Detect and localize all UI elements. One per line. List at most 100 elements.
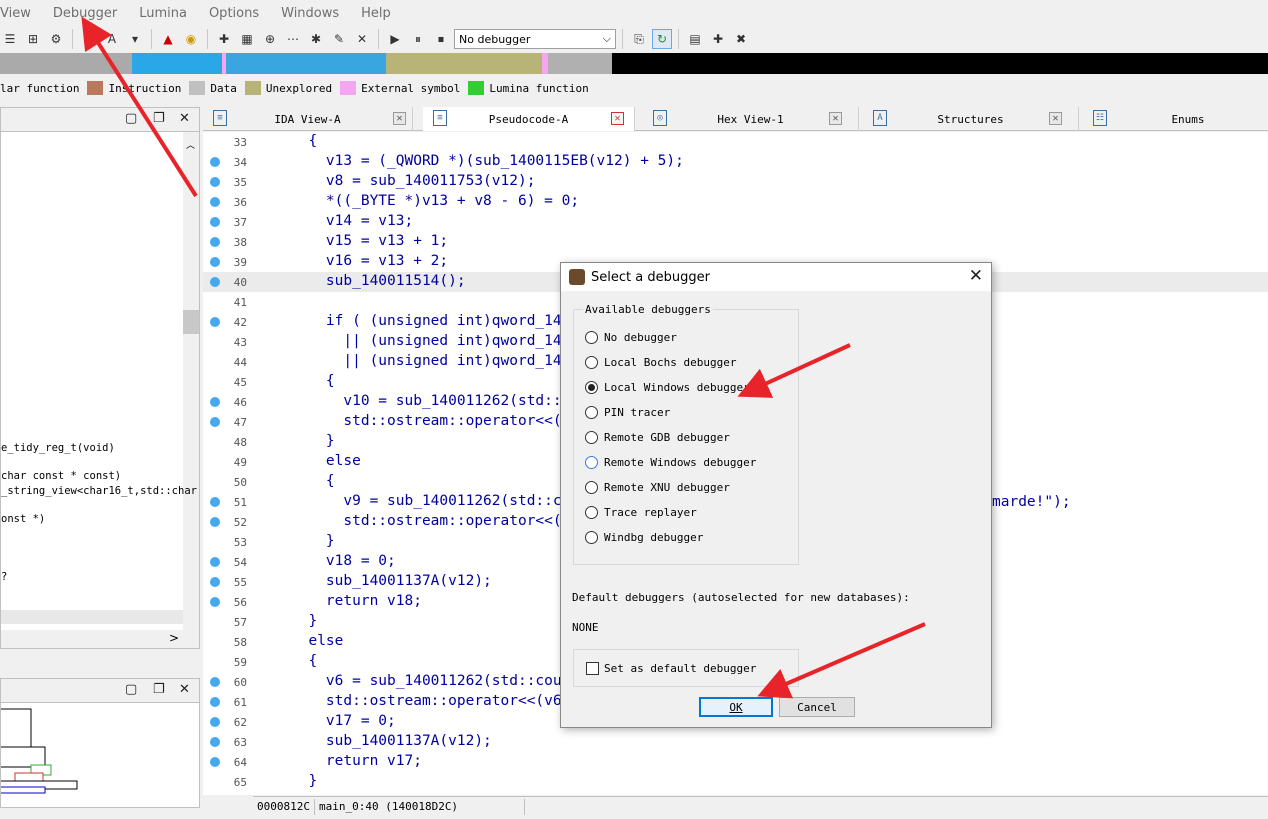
script-icon[interactable]: ⚙ <box>46 29 66 49</box>
radio-button[interactable] <box>585 531 598 544</box>
restore-icon[interactable]: ❐ <box>153 111 165 126</box>
edit-icon[interactable]: ✎ <box>329 29 349 49</box>
debugger-option[interactable]: Trace replayer <box>585 506 697 519</box>
chevron-right-icon[interactable]: > <box>169 631 179 645</box>
breakpoint-marker[interactable] <box>210 157 220 167</box>
close-icon[interactable]: ✕ <box>393 112 406 125</box>
close-icon[interactable]: ✕ <box>969 266 983 286</box>
close-icon[interactable]: ✕ <box>611 112 624 125</box>
breakpoint-marker[interactable] <box>210 697 220 707</box>
debugger-select[interactable]: No debugger ⌵ <box>454 29 616 49</box>
menu-options[interactable]: Options <box>198 6 270 21</box>
radio-button[interactable] <box>585 481 598 494</box>
search-icon[interactable]: ◉ <box>181 29 201 49</box>
menu-help[interactable]: Help <box>350 6 402 21</box>
code-line[interactable]: 35 v8 = sub_140011753(v12); <box>203 172 1268 192</box>
debugger-option[interactable]: Local Bochs debugger <box>585 356 736 369</box>
code-line[interactable]: 36 *((_BYTE *)v13 + v8 - 6) = 0; <box>203 192 1268 212</box>
breakpoint-marker[interactable] <box>210 217 220 227</box>
breakpoint-marker[interactable] <box>210 417 220 427</box>
function-item[interactable]: ? <box>1 571 7 583</box>
menu-view[interactable]: View <box>0 6 42 21</box>
debugger-option[interactable]: Remote Windows debugger <box>585 456 756 469</box>
radio-button[interactable] <box>585 506 598 519</box>
text-format-icon[interactable]: A <box>102 29 122 49</box>
radio-button[interactable] <box>585 456 598 469</box>
checkbox-box[interactable] <box>586 662 599 675</box>
code-line[interactable]: 64 return v17; <box>203 752 1268 772</box>
add-data-icon[interactable]: ▦ <box>237 29 257 49</box>
breakpoint-marker[interactable] <box>210 717 220 727</box>
chevron-down-icon[interactable]: ▾ <box>125 29 145 49</box>
navigation-band[interactable] <box>0 53 1268 74</box>
debugger-option[interactable]: Remote GDB debugger <box>585 431 730 444</box>
breakpoint-marker[interactable] <box>210 177 220 187</box>
settings-icon[interactable]: ✱ <box>306 29 326 49</box>
play-icon[interactable]: ▶ <box>385 29 405 49</box>
menu-windows[interactable]: Windows <box>270 6 350 21</box>
horizontal-scrollbar[interactable]: > <box>1 630 199 648</box>
function-item[interactable]: char const * const) <box>1 470 121 482</box>
add-struct-icon[interactable]: ⊕ <box>260 29 280 49</box>
breakpoint-marker[interactable] <box>210 497 220 507</box>
set-default-checkbox[interactable]: Set as default debugger <box>586 662 756 675</box>
code-line[interactable]: 65 } <box>203 772 1268 792</box>
breakpoint-marker[interactable] <box>210 737 220 747</box>
close-icon[interactable]: ✕ <box>829 112 842 125</box>
function-item[interactable]: _string_view<char16_t,std::char <box>1 485 197 497</box>
breakpoint-remove-icon[interactable]: ✖ <box>731 29 751 49</box>
breakpoint-add-icon[interactable]: ✚ <box>708 29 728 49</box>
breakpoint-marker[interactable] <box>210 257 220 267</box>
graph-overview[interactable] <box>1 703 200 808</box>
breakpoint-marker[interactable] <box>210 557 220 567</box>
vertical-scrollbar[interactable]: ︿ <box>183 132 199 632</box>
breakpoint-marker[interactable] <box>210 317 220 327</box>
tab-ida-view[interactable]: ≡ IDA View-A ✕ <box>203 107 413 131</box>
add-function-icon[interactable]: ✚ <box>214 29 234 49</box>
code-line[interactable]: 34 v13 = (_QWORD *)(sub_1400115EB(v12) +… <box>203 152 1268 172</box>
debugger-option[interactable]: Windbg debugger <box>585 531 703 544</box>
function-item[interactable]: onst *) <box>1 513 45 525</box>
tab-structures[interactable]: A Structures ✕ <box>863 107 1079 131</box>
tab-hex-view[interactable]: ◎ Hex View-1 ✕ <box>643 107 859 131</box>
radio-button[interactable] <box>585 356 598 369</box>
jump-down-icon[interactable]: ⇊ <box>79 29 99 49</box>
stop-icon[interactable]: ⏹ <box>431 29 451 49</box>
tab-pseudocode[interactable]: ≡ Pseudocode-A ✕ <box>423 107 635 131</box>
attach-icon[interactable]: ⎘ <box>629 29 649 49</box>
code-line[interactable]: 38 v15 = v13 + 1; <box>203 232 1268 252</box>
code-line[interactable]: 37 v14 = v13; <box>203 212 1268 232</box>
debugger-option[interactable]: Local Windows debugger <box>585 381 750 394</box>
radio-button[interactable] <box>585 381 598 394</box>
breakpoint-marker[interactable] <box>210 757 220 767</box>
radio-button[interactable] <box>585 431 598 444</box>
radio-button[interactable] <box>585 331 598 344</box>
tab-enums[interactable]: ☷ Enums <box>1083 107 1268 131</box>
code-line[interactable]: 63 sub_14001137A(v12); <box>203 732 1268 752</box>
code-line[interactable]: 33 { <box>203 132 1268 152</box>
chevron-up-icon[interactable]: ︿ <box>186 138 195 151</box>
breakpoint-marker[interactable] <box>210 517 220 527</box>
breakpoint-marker[interactable] <box>210 397 220 407</box>
restore-icon[interactable]: ❐ <box>153 682 165 697</box>
list-icon[interactable]: ☰ <box>0 29 20 49</box>
breakpoint-marker[interactable] <box>210 197 220 207</box>
breakpoint-marker[interactable] <box>210 677 220 687</box>
breakpoint-marker[interactable] <box>210 597 220 607</box>
debugger-option[interactable]: No debugger <box>585 331 677 344</box>
close-icon[interactable]: ✕ <box>179 111 190 126</box>
maximize-icon[interactable]: ▢ <box>125 682 137 697</box>
menu-debugger[interactable]: Debugger <box>42 6 128 21</box>
ok-button[interactable]: OK <box>699 697 773 717</box>
menu-lumina[interactable]: Lumina <box>128 6 198 21</box>
radio-button[interactable] <box>585 406 598 419</box>
cancel-button[interactable]: Cancel <box>779 697 855 717</box>
close-icon[interactable]: ✕ <box>179 682 190 697</box>
maximize-icon[interactable]: ▢ <box>125 111 137 126</box>
scroll-thumb[interactable] <box>183 310 199 334</box>
warning-icon[interactable]: ▲ <box>158 29 178 49</box>
close-icon[interactable]: ✕ <box>1049 112 1062 125</box>
breakpoint-marker[interactable] <box>210 577 220 587</box>
breakpoint-marker[interactable] <box>210 277 220 287</box>
code-icon[interactable]: ⋯ <box>283 29 303 49</box>
